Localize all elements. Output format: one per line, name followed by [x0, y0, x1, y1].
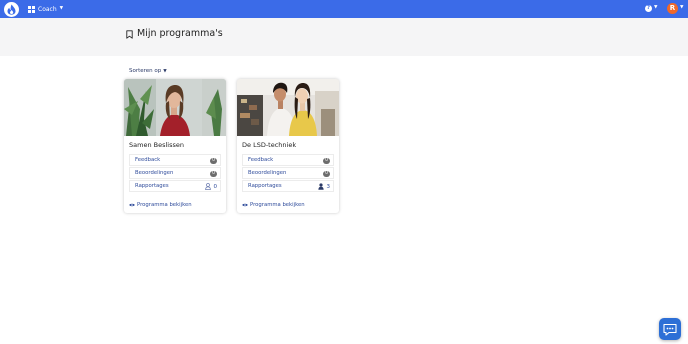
user-filled-icon: [317, 183, 324, 190]
apps-menu-button[interactable]: Coach ▼: [28, 5, 63, 14]
beoordelingen-count-badge: 0: [210, 170, 217, 177]
feedback-row[interactable]: Feedback 0: [242, 154, 334, 166]
feedback-label: Feedback: [135, 157, 161, 163]
rapportages-count: 3: [317, 183, 331, 190]
program-card[interactable]: Samen Beslissen Feedback 0 Beoordelingen…: [124, 79, 226, 213]
chat-widget-button[interactable]: [659, 318, 681, 340]
rapportages-value: 0: [213, 183, 218, 190]
program-thumbnail[interactable]: [237, 79, 339, 136]
rapportages-row[interactable]: Rapportages 3: [242, 180, 334, 192]
top-navbar: Coach ▼ ? ▼ R ▼: [0, 0, 688, 18]
rapportages-label: Rapportages: [135, 183, 169, 189]
beoordelingen-row[interactable]: Beoordelingen 0: [129, 167, 221, 179]
program-card[interactable]: De LSD-techniek Feedback 0 Beoordelingen…: [237, 79, 339, 213]
program-title[interactable]: De LSD-techniek: [242, 141, 296, 149]
view-program-label: Programma bekijken: [250, 202, 305, 208]
rapportages-count: 0: [204, 183, 218, 190]
view-program-link[interactable]: Programma bekijken: [129, 202, 192, 208]
caret-down-icon: ▼: [163, 68, 167, 74]
chat-bubble-icon: [663, 323, 677, 336]
user-outline-icon: [204, 183, 211, 190]
rapportages-row[interactable]: Rapportages 0: [129, 180, 221, 192]
chevron-down-icon: ▼: [59, 6, 64, 12]
beoordelingen-label: Beoordelingen: [248, 170, 287, 176]
page-title: Mijn programma's: [137, 28, 223, 39]
feedback-count-badge: 0: [323, 157, 330, 164]
flame-logo-icon[interactable]: [4, 2, 19, 17]
rapportages-value: 3: [326, 183, 331, 190]
user-menu-button[interactable]: R ▼: [667, 3, 683, 14]
beoordelingen-row[interactable]: Beoordelingen 0: [242, 167, 334, 179]
avatar: R: [667, 3, 678, 14]
sort-dropdown[interactable]: Sorteren op ▼: [129, 68, 167, 74]
beoordelingen-label: Beoordelingen: [135, 170, 174, 176]
page-header: [0, 18, 688, 56]
rapportages-label: Rapportages: [248, 183, 282, 189]
view-program-link[interactable]: Programma bekijken: [242, 202, 305, 208]
chevron-down-icon: ▼: [680, 5, 684, 11]
view-program-label: Programma bekijken: [137, 202, 192, 208]
program-title[interactable]: Samen Beslissen: [129, 141, 184, 149]
beoordelingen-count-badge: 0: [323, 170, 330, 177]
feedback-label: Feedback: [248, 157, 274, 163]
feedback-row[interactable]: Feedback 0: [129, 154, 221, 166]
question-circle-icon: ?: [645, 5, 652, 12]
eye-icon: [129, 203, 135, 207]
help-menu-button[interactable]: ? ▼: [645, 5, 657, 12]
sort-label: Sorteren op: [129, 68, 162, 74]
grid-icon: [28, 6, 35, 13]
feedback-count-badge: 0: [210, 157, 217, 164]
chevron-down-icon: ▼: [654, 5, 658, 11]
apps-menu-label: Coach: [38, 6, 57, 13]
bookmark-icon: [126, 30, 133, 39]
eye-icon: [242, 203, 248, 207]
program-thumbnail[interactable]: [124, 79, 226, 136]
